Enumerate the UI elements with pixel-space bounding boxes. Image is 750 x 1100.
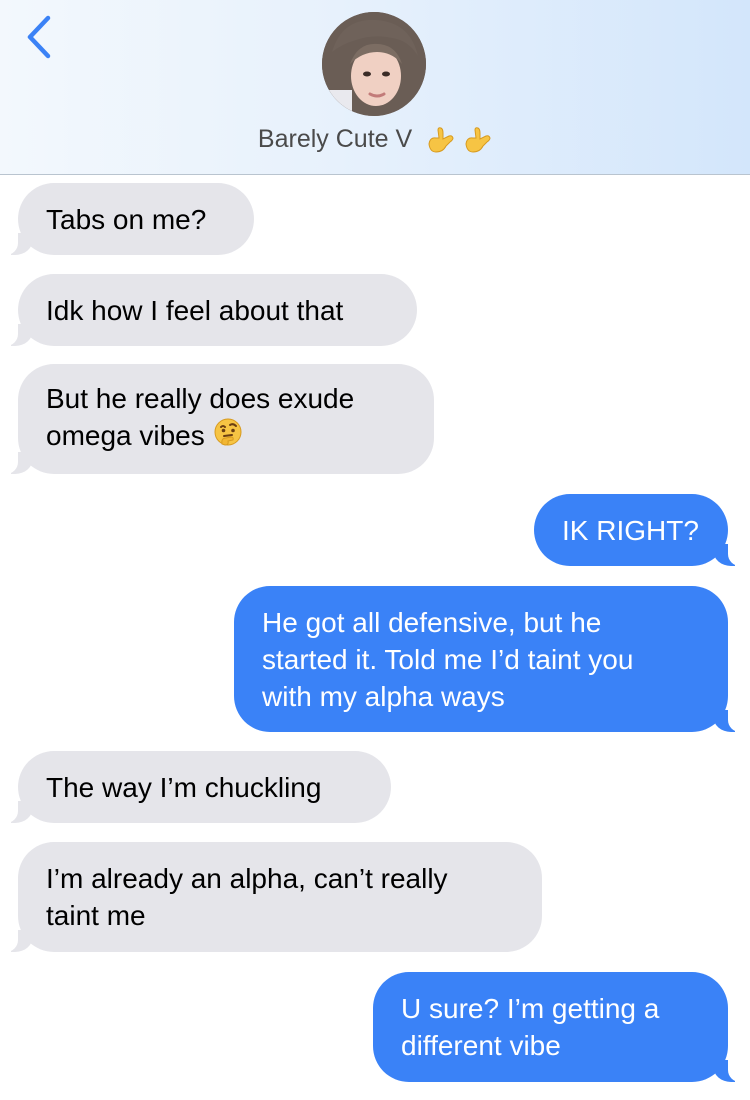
message-bubble-incoming[interactable]: Idk how I feel about that [4,274,417,346]
thinking-face-emoji [213,417,243,456]
message-text: taint me [46,900,146,931]
message-bubble-incoming[interactable]: But he really does exude omega vibes [4,364,434,474]
avatar-photo [322,12,426,116]
message-bubble-incoming[interactable]: The way I’m chuckling [4,751,391,823]
message-text: The way I’m chuckling [46,771,322,803]
message-text: But he really does exude [46,383,355,415]
message-text: He got all defensive, but he [262,606,602,638]
message-bubble-outgoing[interactable]: He got all defensive, but he started it.… [234,586,742,732]
message-bubble-incoming[interactable]: Tabs on me? [4,183,254,255]
call-me-hand-emoji [428,126,454,153]
message-text: omega vibes [46,420,205,452]
message-text: IK RIGHT? [562,514,699,546]
message-text: with my alpha ways [262,680,505,712]
message-text: different vibe [401,1030,561,1061]
message-text: I’m already an alpha, can’t really [46,863,448,894]
message-bubble-incoming[interactable]: I’m already an alpha, can’t really taint… [4,842,542,952]
chevron-left-icon [27,15,51,59]
conversation-header: Barely Cute V [0,0,750,175]
name-emoji-group [425,124,492,154]
call-me-hand-emoji [465,126,491,153]
avatar[interactable] [322,12,426,116]
message-text: started it. Told me I’d taint you [262,643,634,675]
message-bubble-outgoing[interactable]: U sure? I’m getting a different vibe [373,972,742,1082]
message-text: Idk how I feel about that [46,294,344,326]
back-button[interactable] [14,10,62,62]
message-text: Tabs on me? [46,203,207,235]
contact-name: Barely Cute V [257,124,413,153]
message-bubble-outgoing[interactable]: IK RIGHT? [534,494,742,566]
contact-name-row[interactable]: Barely Cute V [0,124,750,155]
message-text: U sure? I’m getting a [401,993,660,1024]
